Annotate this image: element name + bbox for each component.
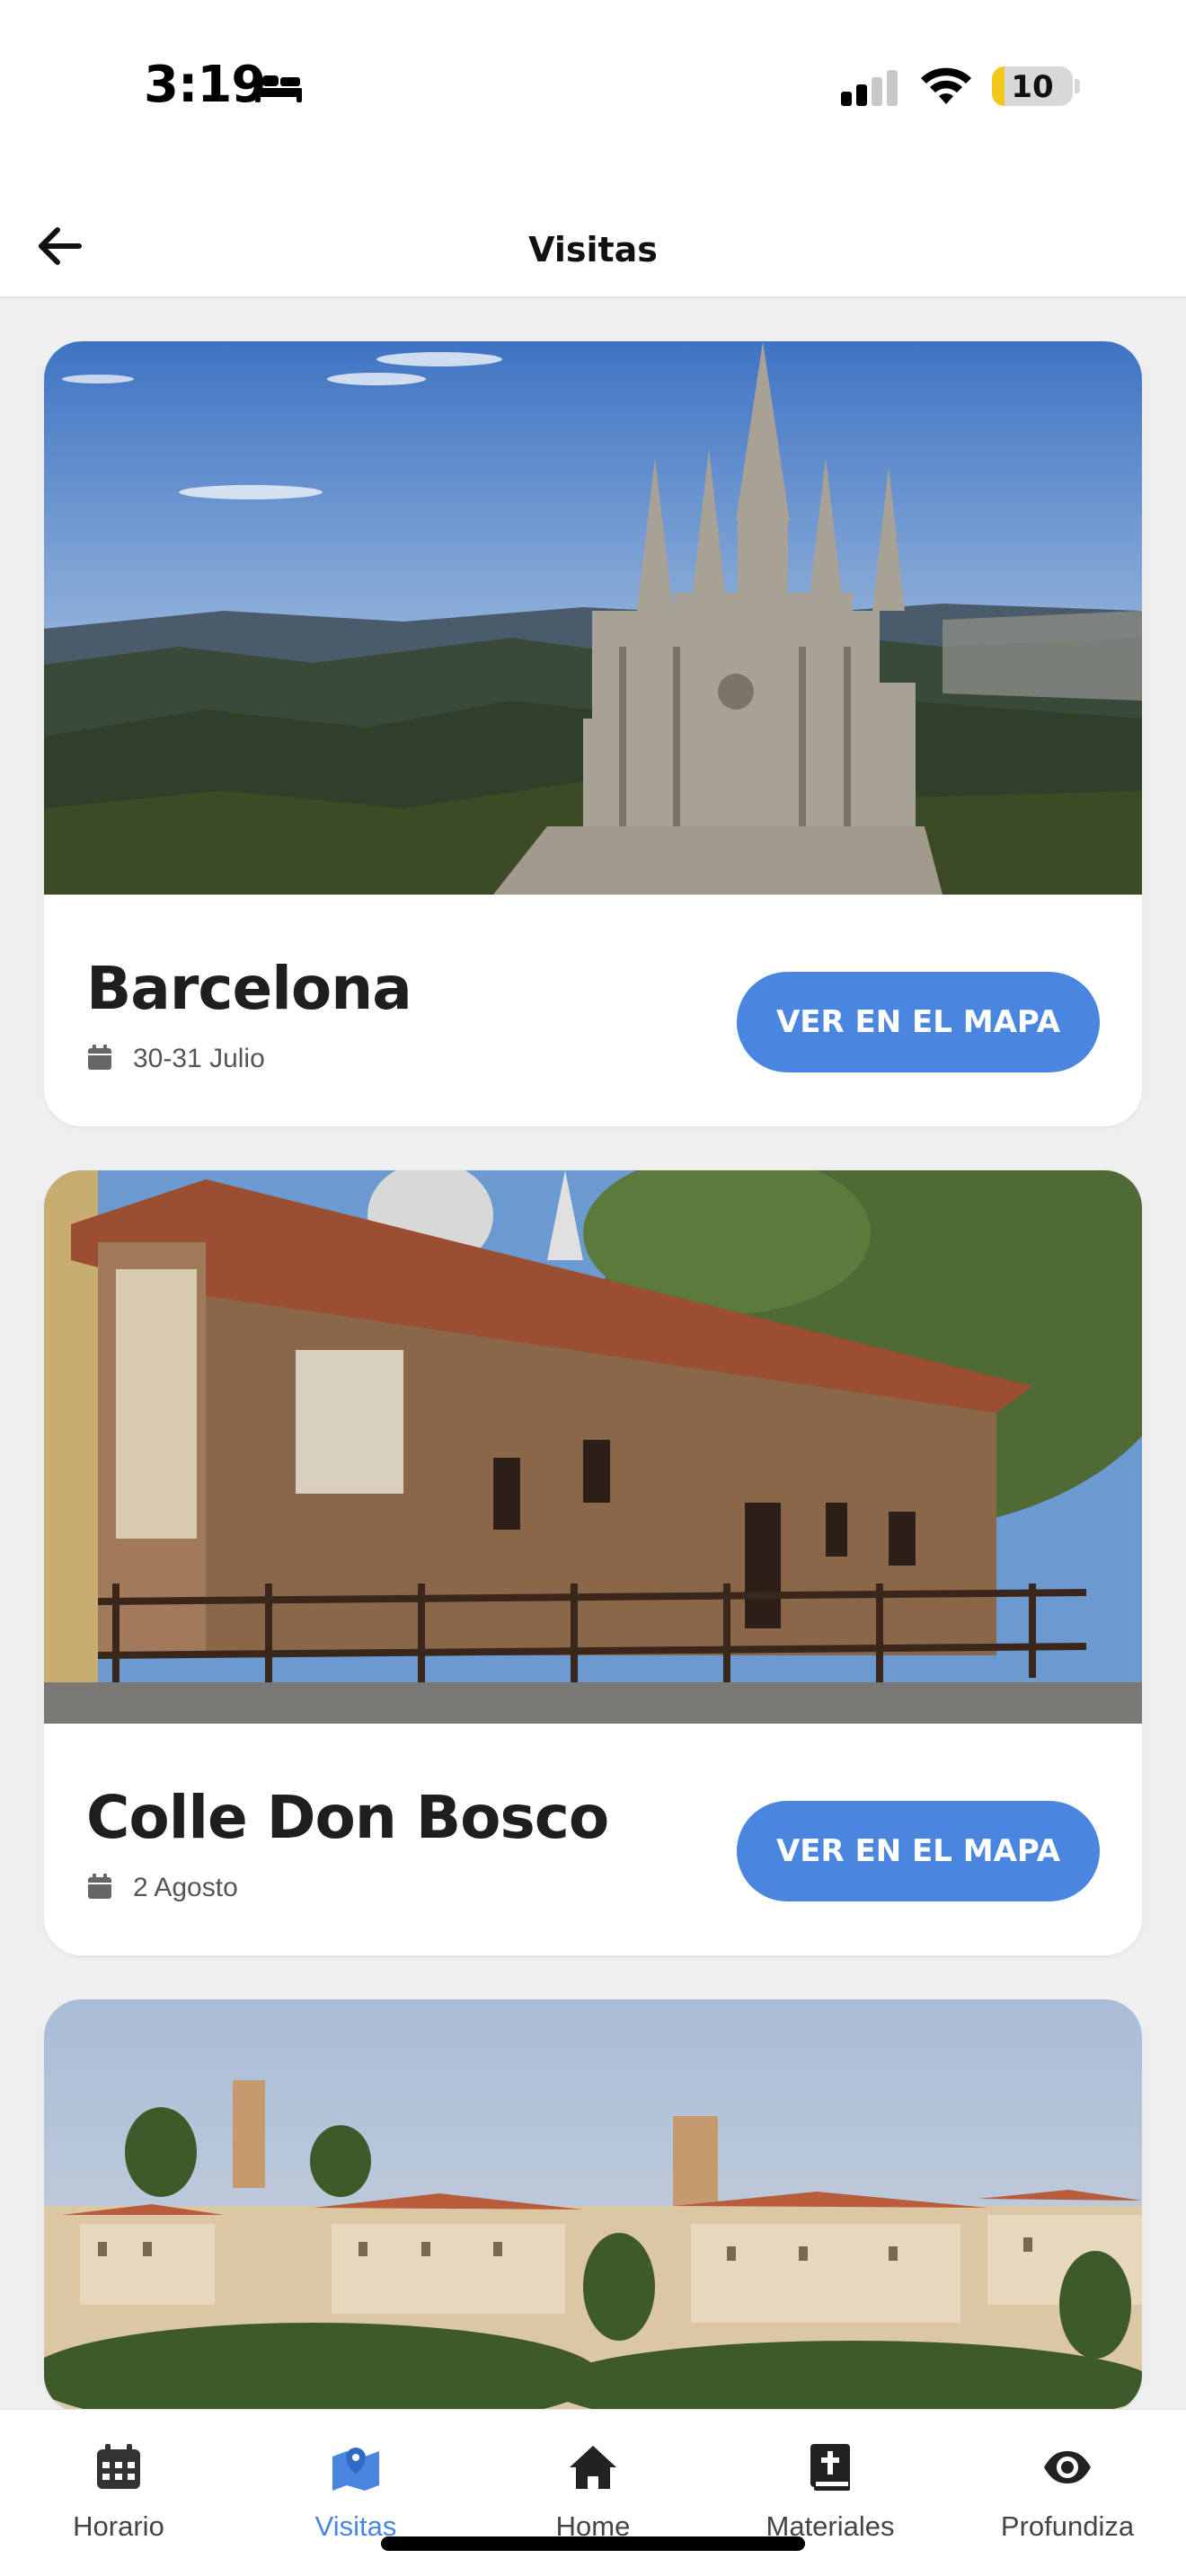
visit-card-colle-don-bosco: Colle Don Bosco 2 Agosto VER EN EL MAPA	[44, 1170, 1142, 1955]
nav-item-profundiza[interactable]: Profundiza	[949, 2410, 1186, 2576]
visit-card-barcelona: Barcelona 30-31 Julio VER EN EL MAPA	[44, 341, 1142, 1126]
visit-card-info: Colle Don Bosco 2 Agosto VER EN EL MAPA	[44, 1724, 1142, 1955]
colle-don-bosco-image	[44, 1170, 1142, 1724]
nav-label: Horario	[73, 2510, 164, 2542]
calendar-icon	[88, 1874, 111, 1899]
nav-label: Profundiza	[1000, 2510, 1135, 2542]
map-pin-icon	[332, 2448, 379, 2491]
home-indicator[interactable]	[381, 2536, 805, 2551]
home-icon	[570, 2446, 616, 2489]
hilltop-town-image	[44, 1999, 1142, 2413]
visit-title: Colle Don Bosco	[86, 1783, 609, 1852]
nav-item-home[interactable]: Home	[474, 2410, 712, 2576]
eye-icon	[1044, 2451, 1091, 2483]
bible-icon	[810, 2444, 850, 2491]
cellular-signal-icon	[841, 70, 898, 106]
visit-card-hilltop-town	[44, 1999, 1142, 2413]
nav-item-horario[interactable]: Horario	[0, 2410, 237, 2576]
wifi-icon	[921, 67, 971, 104]
visit-date: 30-31 Julio	[133, 1044, 265, 1073]
header: Visitas	[0, 171, 1186, 298]
status-time: 3:19	[144, 56, 266, 114]
status-bar: 3:19 10	[0, 0, 1186, 171]
barcelona-image	[44, 341, 1142, 895]
calendar-icon	[97, 2444, 140, 2489]
page-title: Visitas	[528, 230, 658, 269]
visit-card-info: Barcelona 30-31 Julio VER EN EL MAPA	[44, 895, 1142, 1126]
battery-level: 10	[1011, 69, 1054, 105]
view-on-map-button[interactable]: VER EN EL MAPA	[737, 972, 1100, 1072]
nav-item-materiales[interactable]: Materiales	[712, 2410, 949, 2576]
battery-icon: 10	[992, 66, 1073, 106]
visit-date: 2 Agosto	[133, 1873, 238, 1902]
nav-item-visitas[interactable]: Visitas	[237, 2410, 474, 2576]
bed-icon	[255, 72, 302, 102]
bottom-navigation: Horario Visitas Home Materiales Profundi…	[0, 2409, 1186, 2576]
view-on-map-button[interactable]: VER EN EL MAPA	[737, 1801, 1100, 1901]
visit-title: Barcelona	[86, 954, 412, 1023]
calendar-icon	[88, 1045, 111, 1070]
